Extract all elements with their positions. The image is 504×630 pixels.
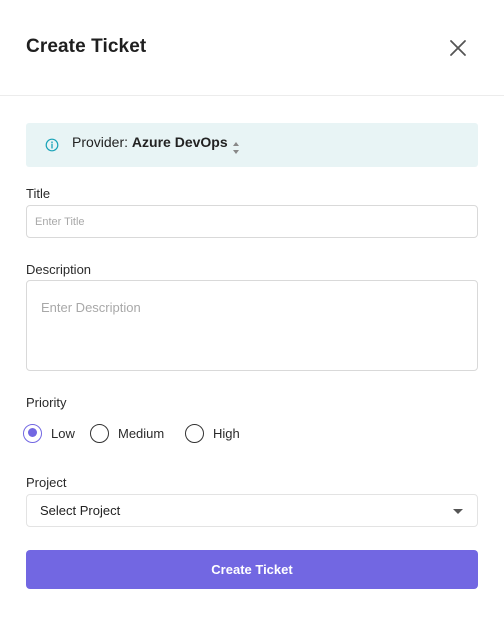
close-button[interactable] <box>446 36 470 60</box>
project-select[interactable]: Select Project <box>26 494 478 527</box>
title-input[interactable] <box>26 205 478 238</box>
project-label: Project <box>26 475 67 490</box>
priority-option-high[interactable]: High <box>185 422 240 444</box>
radio-label-low: Low <box>51 425 75 441</box>
description-input[interactable] <box>26 280 478 371</box>
project-select-value: Select Project <box>40 503 121 518</box>
priority-label: Priority <box>26 395 67 410</box>
title-label: Title <box>26 186 51 201</box>
priority-option-low[interactable]: Low <box>23 422 75 444</box>
radio-label-medium: Medium <box>118 425 165 441</box>
modal-header: Create Ticket <box>0 0 504 96</box>
radio-button[interactable] <box>90 423 109 443</box>
provider-label: Provider: <box>72 134 129 150</box>
provider-banner: Provider: Azure DevOps <box>26 123 478 167</box>
radio-button-checked[interactable] <box>23 423 42 443</box>
chevron-down-icon <box>453 509 463 514</box>
radio-button[interactable] <box>185 423 204 443</box>
radio-label-high: High <box>213 425 240 441</box>
modal-title: Create Ticket <box>26 36 147 57</box>
create-ticket-button[interactable]: Create Ticket <box>26 550 478 589</box>
info-icon <box>45 138 59 152</box>
provider-value: Azure DevOps <box>131 134 228 150</box>
priority-option-medium[interactable]: Medium <box>90 422 164 444</box>
description-label: Description <box>26 262 92 277</box>
up-down-spinner-icon[interactable] <box>230 135 242 157</box>
provider-text: Provider: Azure DevOps <box>72 133 228 151</box>
close-icon <box>450 40 466 56</box>
